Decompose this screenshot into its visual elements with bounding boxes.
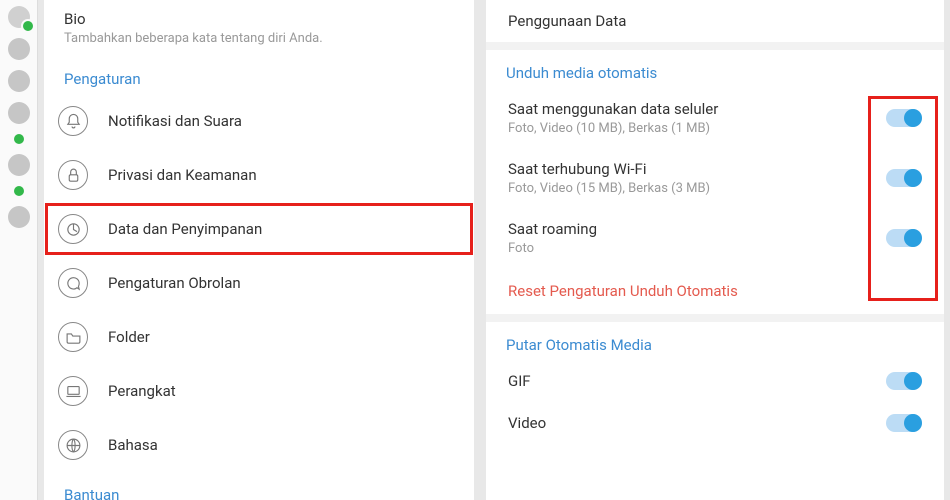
globe-icon [58, 430, 88, 460]
laptop-icon [58, 376, 88, 406]
toggle-video[interactable] [886, 414, 922, 432]
settings-panel: Bio Tambahkan beberapa kata tentang diri… [44, 0, 474, 500]
setting-sub: Foto, Video (15 MB), Berkas (3 MB) [508, 181, 886, 196]
avatar[interactable] [8, 154, 30, 176]
auto-download-heading: Unduh media otomatis [486, 50, 944, 88]
toggle-roaming[interactable] [886, 229, 922, 247]
folder-icon [58, 322, 88, 352]
menu-label: Data dan Penyimpanan [108, 220, 262, 238]
divider [486, 42, 944, 50]
menu-label: Bahasa [108, 436, 158, 454]
divider [486, 314, 944, 322]
menu-item-notifications[interactable]: Notifikasi dan Suara [44, 94, 474, 148]
setting-sub: Foto, Video (10 MB), Berkas (1 MB) [508, 121, 886, 136]
setting-label: Saat menggunakan data seluler [508, 100, 886, 118]
autoplay-heading: Putar Otomatis Media [486, 322, 944, 360]
setting-gif[interactable]: GIF [486, 360, 944, 402]
setting-roaming[interactable]: Saat roaming Foto [486, 208, 944, 268]
chat-list-strip [0, 0, 38, 500]
menu-label: Perangkat [108, 382, 176, 400]
menu-label: Notifikasi dan Suara [108, 112, 242, 130]
bio-title: Bio [64, 10, 454, 28]
menu-item-folder[interactable]: Folder [44, 310, 474, 364]
setting-cellular[interactable]: Saat menggunakan data seluler Foto, Vide… [486, 88, 944, 148]
setting-sub: Foto [508, 241, 886, 256]
avatar[interactable] [8, 102, 30, 124]
toggle-wifi[interactable] [886, 169, 922, 187]
setting-label: Saat roaming [508, 220, 886, 238]
avatar[interactable] [8, 6, 30, 28]
setting-video[interactable]: Video [486, 402, 944, 444]
bio-subtitle: Tambahkan beberapa kata tentang diri And… [64, 31, 454, 46]
bio-section[interactable]: Bio Tambahkan beberapa kata tentang diri… [44, 0, 474, 56]
usage-row[interactable]: Penggunaan Data [486, 0, 944, 42]
menu-item-language[interactable]: Bahasa [44, 418, 474, 472]
avatar[interactable] [8, 70, 30, 92]
toggle-cellular[interactable] [886, 109, 922, 127]
menu-item-privacy[interactable]: Privasi dan Keamanan [44, 148, 474, 202]
usage-label: Penggunaan Data [508, 12, 922, 30]
menu-item-chat-settings[interactable]: Pengaturan Obrolan [44, 256, 474, 310]
help-heading: Bantuan [44, 472, 474, 500]
online-dot [14, 134, 24, 144]
setting-label: GIF [508, 372, 886, 390]
reset-link[interactable]: Reset Pengaturan Unduh Otomatis [486, 268, 944, 314]
menu-label: Folder [108, 328, 150, 346]
menu-item-devices[interactable]: Perangkat [44, 364, 474, 418]
setting-label: Saat terhubung Wi-Fi [508, 160, 886, 178]
menu-item-data-storage[interactable]: Data dan Penyimpanan [44, 202, 474, 256]
online-dot [14, 186, 24, 196]
toggle-gif[interactable] [886, 372, 922, 390]
setting-wifi[interactable]: Saat terhubung Wi-Fi Foto, Video (15 MB)… [486, 148, 944, 208]
data-usage-panel: Penggunaan Data Unduh media otomatis Saa… [486, 0, 944, 500]
menu-label: Privasi dan Keamanan [108, 166, 257, 184]
chat-icon [58, 268, 88, 298]
setting-label: Video [508, 414, 886, 432]
settings-heading: Pengaturan [44, 56, 474, 94]
lock-icon [58, 160, 88, 190]
menu-label: Pengaturan Obrolan [108, 274, 241, 292]
avatar[interactable] [8, 206, 30, 228]
avatar[interactable] [8, 38, 30, 60]
data-icon [58, 214, 88, 244]
bell-icon [58, 106, 88, 136]
